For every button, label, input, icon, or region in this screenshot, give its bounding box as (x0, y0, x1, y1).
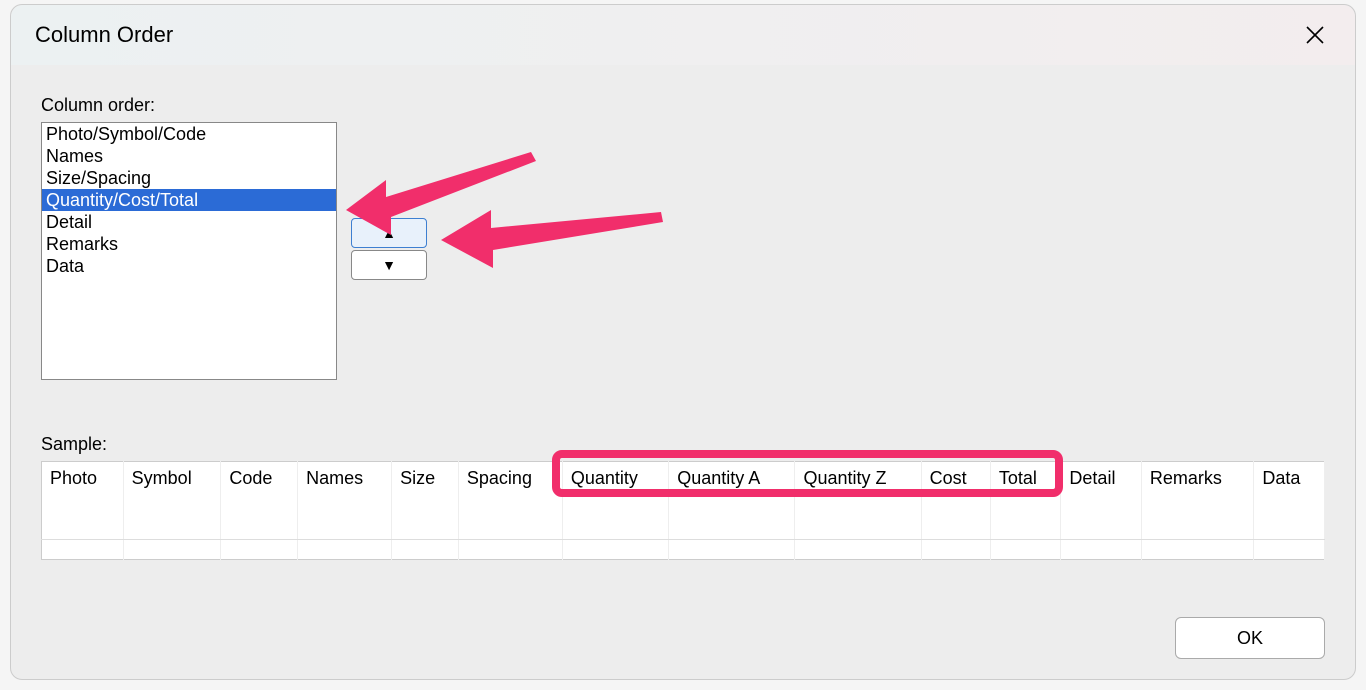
table-header[interactable]: Names (298, 462, 392, 540)
sample-label: Sample: (41, 434, 1325, 455)
table-cell (458, 540, 562, 560)
list-item[interactable]: Quantity/Cost/Total (42, 189, 336, 211)
table-cell (921, 540, 990, 560)
table-cell (990, 540, 1061, 560)
title-bar: Column Order (11, 5, 1355, 65)
table-cell (298, 540, 392, 560)
table-header[interactable]: Data (1254, 462, 1325, 540)
table-header[interactable]: Remarks (1141, 462, 1254, 540)
table-header[interactable]: Quantity Z (795, 462, 921, 540)
sample-section: Sample: PhotoSymbolCodeNamesSizeSpacingQ… (41, 434, 1325, 560)
list-item[interactable]: Names (42, 145, 336, 167)
list-item[interactable]: Data (42, 255, 336, 277)
table-header[interactable]: Total (990, 462, 1061, 540)
move-button-group: ▲ ▼ (351, 218, 427, 280)
column-order-dialog: Column Order Column order: Photo/Symbol/… (10, 4, 1356, 680)
table-header[interactable]: Symbol (123, 462, 221, 540)
table-cell (123, 540, 221, 560)
table-header[interactable]: Size (392, 462, 459, 540)
dialog-footer: OK (1175, 617, 1325, 659)
dialog-title: Column Order (35, 22, 173, 48)
close-icon[interactable] (1299, 19, 1331, 51)
list-item[interactable]: Detail (42, 211, 336, 233)
table-header[interactable]: Quantity (562, 462, 668, 540)
table-cell (795, 540, 921, 560)
table-cell (221, 540, 298, 560)
table-header[interactable]: Quantity A (669, 462, 795, 540)
table-cell (1061, 540, 1141, 560)
list-item[interactable]: Size/Spacing (42, 167, 336, 189)
move-down-button[interactable]: ▼ (351, 250, 427, 280)
table-cell (1254, 540, 1325, 560)
sample-table: PhotoSymbolCodeNamesSizeSpacingQuantityQ… (41, 461, 1325, 560)
column-order-listbox[interactable]: Photo/Symbol/CodeNamesSize/SpacingQuanti… (41, 122, 337, 380)
ok-button[interactable]: OK (1175, 617, 1325, 659)
dialog-content: Column order: Photo/Symbol/CodeNamesSize… (11, 65, 1355, 580)
table-cell (392, 540, 459, 560)
list-item[interactable]: Photo/Symbol/Code (42, 123, 336, 145)
order-section: Photo/Symbol/CodeNamesSize/SpacingQuanti… (41, 122, 1325, 380)
table-cell (1141, 540, 1254, 560)
column-order-label: Column order: (41, 95, 1325, 116)
table-header[interactable]: Detail (1061, 462, 1141, 540)
table-header[interactable]: Spacing (458, 462, 562, 540)
table-header[interactable]: Photo (42, 462, 124, 540)
table-cell (669, 540, 795, 560)
table-cell (42, 540, 124, 560)
table-header[interactable]: Code (221, 462, 298, 540)
table-cell (562, 540, 668, 560)
table-header[interactable]: Cost (921, 462, 990, 540)
list-item[interactable]: Remarks (42, 233, 336, 255)
move-up-button[interactable]: ▲ (351, 218, 427, 248)
